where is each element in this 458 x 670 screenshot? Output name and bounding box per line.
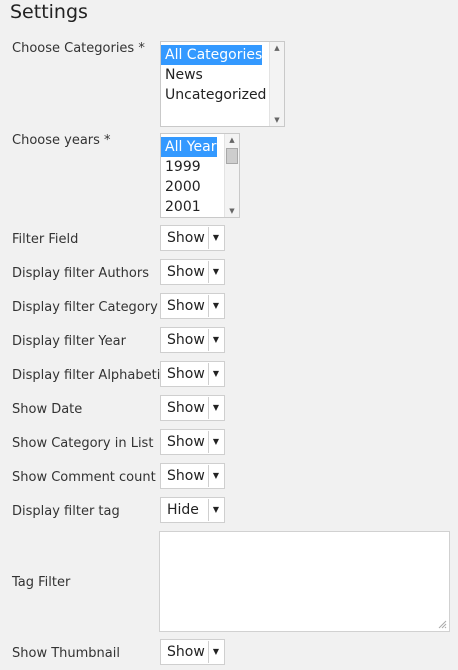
chevron-up-icon[interactable]: ▲ xyxy=(225,134,239,146)
chevron-down-icon[interactable]: ▼ xyxy=(208,641,223,663)
chevron-down-icon[interactable]: ▼ xyxy=(208,397,223,419)
display-filter-tag-select[interactable]: Hide ▼ xyxy=(160,497,225,523)
display-filter-alphabetic-value: Show xyxy=(167,366,205,382)
show-thumbnail-label: Show Thumbnail xyxy=(12,646,120,661)
categories-listbox[interactable]: All Categories News Uncategorized ▲ ▼ xyxy=(160,41,285,127)
resize-grip-icon[interactable] xyxy=(437,619,447,629)
display-filter-alphabetic-label: Display filter Alphabetic xyxy=(12,368,168,383)
display-filter-year-select[interactable]: Show ▼ xyxy=(160,327,225,353)
categories-label: Choose Categories * xyxy=(12,41,145,56)
show-comment-count-select[interactable]: Show ▼ xyxy=(160,463,225,489)
chevron-down-icon[interactable]: ▼ xyxy=(208,227,223,249)
display-filter-category-select[interactable]: Show ▼ xyxy=(160,293,225,319)
show-comment-count-label: Show Comment count xyxy=(12,470,156,485)
tag-filter-label: Tag Filter xyxy=(12,575,71,590)
show-category-in-list-select[interactable]: Show ▼ xyxy=(160,429,225,455)
display-filter-authors-value: Show xyxy=(167,264,205,280)
show-date-value: Show xyxy=(167,400,205,416)
chevron-down-icon[interactable]: ▼ xyxy=(208,431,223,453)
show-date-label: Show Date xyxy=(12,402,83,417)
show-thumbnail-value: Show xyxy=(167,644,205,660)
category-option-uncategorized[interactable]: Uncategorized xyxy=(161,85,284,105)
chevron-down-icon[interactable]: ▼ xyxy=(208,499,223,521)
display-filter-tag-label: Display filter tag xyxy=(12,504,120,519)
display-filter-authors-select[interactable]: Show ▼ xyxy=(160,259,225,285)
tag-filter-textarea[interactable] xyxy=(159,531,450,632)
show-category-in-list-value: Show xyxy=(167,434,205,450)
categories-scrollbar[interactable]: ▲ ▼ xyxy=(269,42,284,126)
display-filter-alphabetic-select[interactable]: Show ▼ xyxy=(160,361,225,387)
years-scrollbar[interactable]: ▲ ▼ xyxy=(224,134,239,217)
category-option-news[interactable]: News xyxy=(161,65,284,85)
chevron-down-icon[interactable]: ▼ xyxy=(270,114,284,126)
display-filter-authors-label: Display filter Authors xyxy=(12,266,149,281)
display-filter-category-label: Display filter Category xyxy=(12,300,158,315)
years-scroll-thumb[interactable] xyxy=(226,148,238,164)
filter-field-value: Show xyxy=(167,230,205,246)
chevron-down-icon[interactable]: ▼ xyxy=(208,295,223,317)
display-filter-year-value: Show xyxy=(167,332,205,348)
show-date-select[interactable]: Show ▼ xyxy=(160,395,225,421)
chevron-down-icon[interactable]: ▼ xyxy=(225,205,239,217)
chevron-down-icon[interactable]: ▼ xyxy=(208,465,223,487)
show-comment-count-value: Show xyxy=(167,468,205,484)
filter-field-select[interactable]: Show ▼ xyxy=(160,225,225,251)
display-filter-tag-value: Hide xyxy=(167,502,199,518)
chevron-down-icon[interactable]: ▼ xyxy=(208,261,223,283)
years-label: Choose years * xyxy=(12,133,111,148)
chevron-down-icon[interactable]: ▼ xyxy=(208,363,223,385)
year-option-all[interactable]: All Year xyxy=(161,137,217,157)
display-filter-category-value: Show xyxy=(167,298,205,314)
show-category-in-list-label: Show Category in List xyxy=(12,436,154,451)
years-listbox[interactable]: All Year 1999 2000 2001 ▲ ▼ xyxy=(160,133,240,218)
display-filter-year-label: Display filter Year xyxy=(12,334,126,349)
filter-field-label: Filter Field xyxy=(12,232,79,247)
chevron-down-icon[interactable]: ▼ xyxy=(208,329,223,351)
show-thumbnail-select[interactable]: Show ▼ xyxy=(160,639,225,665)
chevron-up-icon[interactable]: ▲ xyxy=(270,42,284,54)
page-title: Settings xyxy=(10,1,88,23)
category-option-all[interactable]: All Categories xyxy=(161,45,262,65)
